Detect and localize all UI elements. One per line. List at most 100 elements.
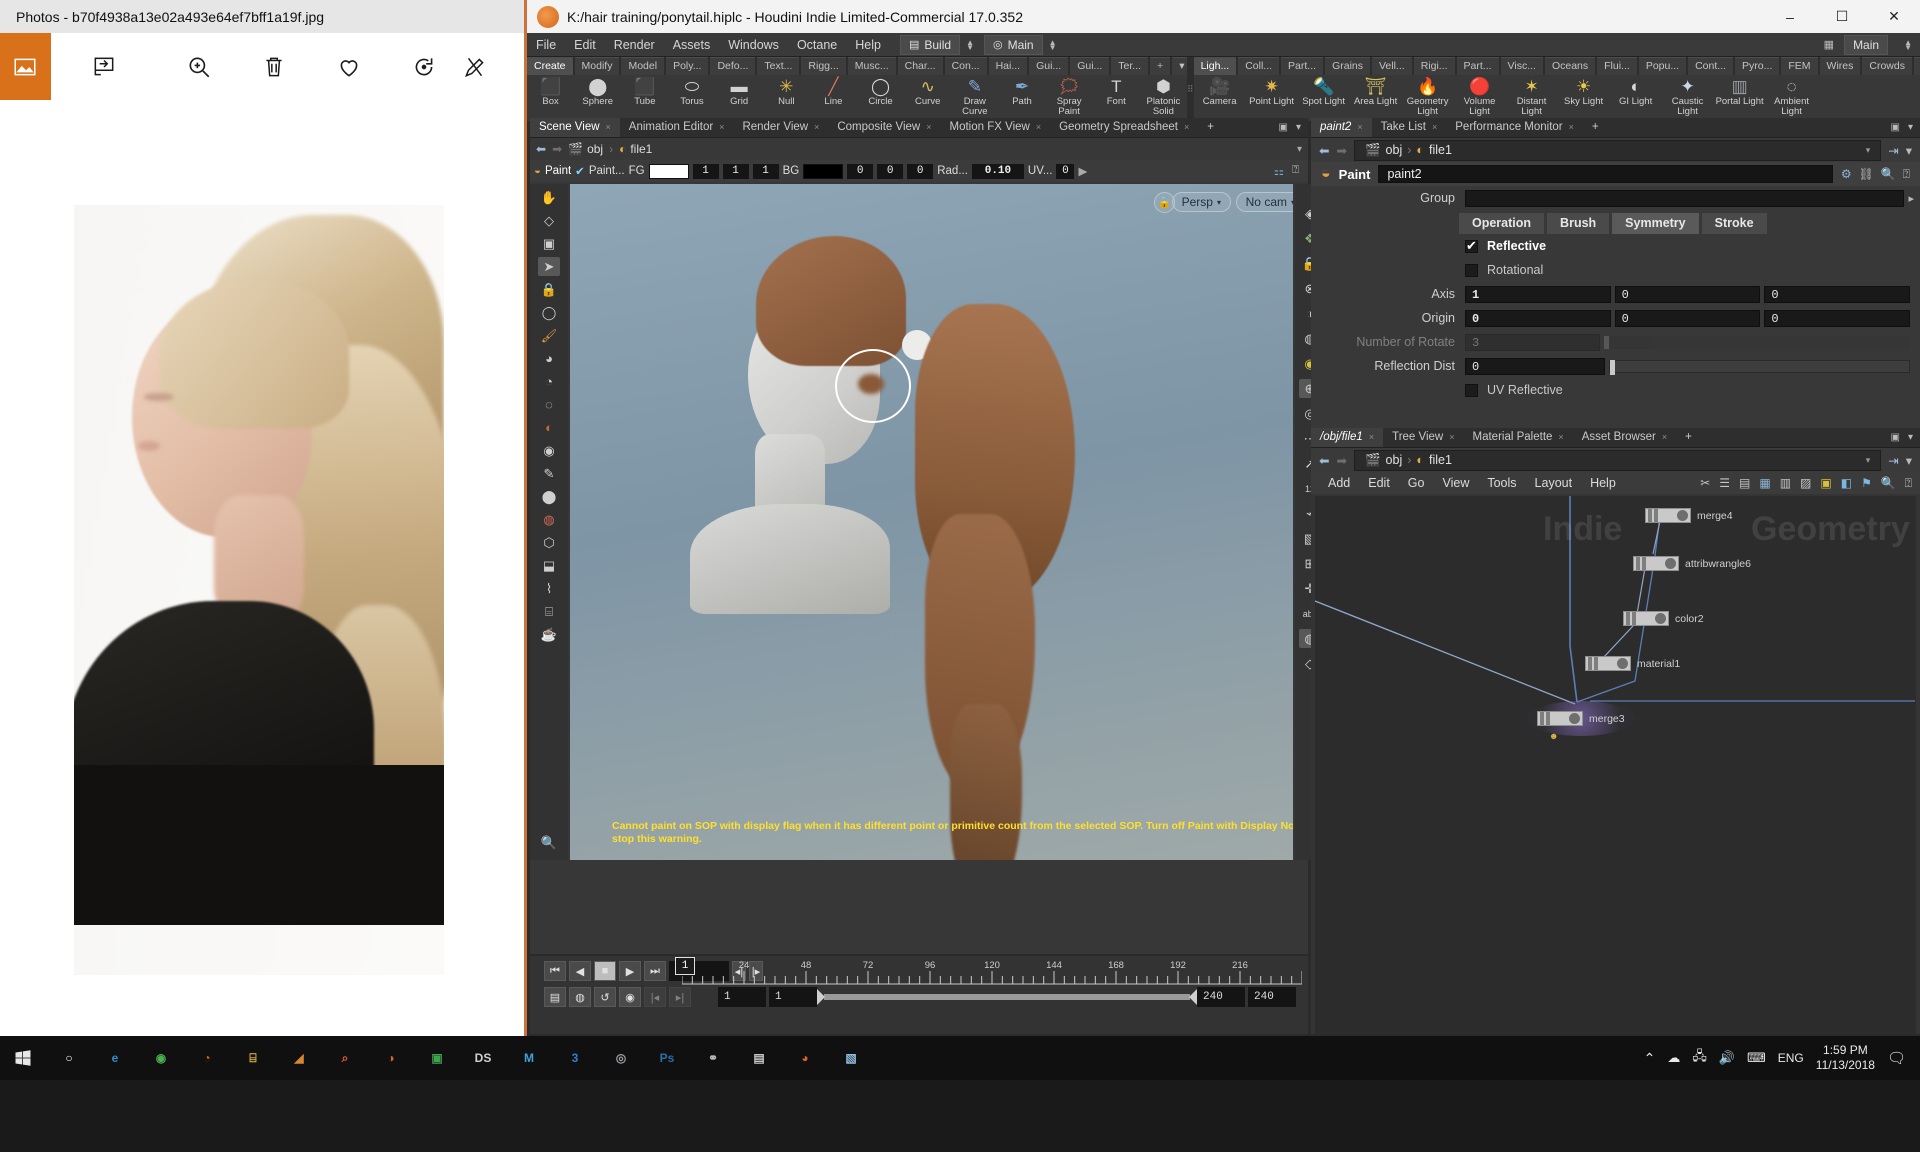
volume-icon[interactable]: 🔊 [1719,1050,1735,1066]
shelf-tab-1[interactable]: Modify [574,57,620,75]
close-tab-icon[interactable]: × [719,122,724,132]
add-tab-button[interactable]: + [1583,118,1608,137]
shelf-tab-0[interactable]: Create [527,57,573,75]
viewport-3d[interactable]: 🔒 Persp ▾ No cam ▾ Cannot paint on SOP w… [570,184,1293,860]
close-tab-icon[interactable]: × [1558,432,1563,442]
breadcrumb-obj[interactable]: 🎬 obj [568,142,603,156]
cortana-search-icon[interactable]: ○ [46,1036,92,1080]
shelf-item-gi-light[interactable]: ◐ GI Light [1610,75,1662,107]
close-tab-icon[interactable]: × [1036,122,1041,132]
checkbox-reflective[interactable] [1465,238,1478,254]
group-input[interactable] [1465,189,1905,207]
shelf-item-platonic-solid[interactable]: ⬢ Platonic Solid [1140,75,1187,116]
menu-windows[interactable]: Windows [719,33,788,57]
net-search-icon[interactable]: 🔍 [1881,476,1896,491]
shelf-item-tube[interactable]: ⬛ Tube [621,75,668,107]
maximize-button[interactable]: ☐ [1816,0,1868,33]
menu-octane[interactable]: Octane [788,33,846,57]
net-tools-icon[interactable]: ✂ [1700,476,1710,491]
shelf-tab-8[interactable]: Char... [897,57,943,75]
param-menu-icon[interactable]: ▾ [1906,143,1912,158]
node-flag-icon[interactable] [1665,558,1676,569]
node-flag-icon[interactable] [1569,713,1580,724]
param-section-symmetry[interactable]: Symmetry [1612,213,1699,234]
shelf-tab-13[interactable]: Ter... [1111,57,1149,75]
substance-icon[interactable]: ▣ [414,1036,460,1080]
chevron-down-icon[interactable]: ▾ [1866,145,1871,156]
shelf-item-caustic-light[interactable]: ✦ Caustic Light [1662,75,1714,116]
net-table-icon[interactable]: ▤ [1739,476,1750,491]
lock-tool-icon[interactable]: 🔒 [538,280,560,299]
panel-tab-animation-editor[interactable]: Animation Editor × [620,118,734,137]
network-node-merge3[interactable]: merge3 [1527,701,1635,736]
shelf-tab-4[interactable]: Defo... [710,57,756,75]
panel-tab-tree-view[interactable]: Tree View × [1383,428,1463,447]
shelf-tab-6[interactable]: Rigg... [801,57,846,75]
edge-icon[interactable]: e [92,1036,138,1080]
radius-value[interactable]: 0.10 [971,163,1024,179]
network-menu-go[interactable]: Go [1399,476,1434,490]
shelf-tab-15[interactable]: Crowds [1862,57,1912,75]
param-reflection-dist[interactable]: 0 [1465,357,1606,375]
shelf-tab-4[interactable]: Vell... [1372,57,1412,75]
fg-swatch[interactable] [648,163,689,179]
shelf-tab-13[interactable]: FEM [1781,57,1818,75]
network-menu-edit[interactable]: Edit [1359,476,1399,490]
bg-r[interactable]: 0 [847,163,874,179]
network-node-color2[interactable]: color2 [1623,611,1704,626]
hair-tool-icon[interactable]: ⌇ [538,579,560,598]
keyboard-icon[interactable]: ⌨ [1747,1050,1766,1066]
maximize-pane-icon[interactable]: ▣ [1891,432,1900,443]
select-tool-icon[interactable]: ▣ [538,234,560,253]
param-axis-1[interactable]: 0 [1614,285,1761,303]
close-tab-icon[interactable]: × [1449,432,1454,442]
keyframe-mode-button[interactable]: ▤ [544,987,566,1007]
chevron-down-icon[interactable]: ▾ [1866,455,1871,466]
photos-delete-button[interactable] [249,33,300,100]
param-origin-0[interactable]: 0 [1465,309,1611,327]
node-flag-icon[interactable] [1617,658,1628,669]
panel-tab-take-list[interactable]: Take List × [1372,118,1447,137]
close-tab-icon[interactable]: × [1369,432,1374,442]
handle-tool-icon[interactable]: ✋ [538,188,560,207]
group-picker-icon[interactable]: ▸ [1908,192,1914,205]
network-icon[interactable]: 🖧 [1692,1047,1707,1069]
shelf-item-line[interactable]: ╱ Line [810,75,857,107]
pane-menu-icon[interactable]: ▾ [1908,432,1913,443]
shelf-tab-12[interactable]: Pyro... [1735,57,1780,75]
param-gear-icon[interactable]: ⚙ [1841,167,1852,182]
bg-g[interactable]: 0 [877,163,904,179]
measure-tool-icon[interactable]: ⌸ [538,602,560,621]
network-menu-help[interactable]: Help [1581,476,1625,490]
minimize-button[interactable]: – [1764,0,1816,33]
net-menu-icon[interactable]: ▾ [1906,453,1912,468]
param-help-icon[interactable]: ⍰ [1903,167,1910,182]
close-tab-icon[interactable]: × [926,122,931,132]
panel-tab-material-palette[interactable]: Material Palette × [1464,428,1573,447]
menu-edit[interactable]: Edit [565,33,605,57]
param-slider-number-of-rotate[interactable] [1604,335,1910,349]
close-tab-icon[interactable]: × [814,122,819,132]
menu-assets[interactable]: Assets [664,33,720,57]
param-breadcrumb-obj[interactable]: obj [1386,143,1403,157]
net-pin-icon[interactable]: ⇥ [1888,453,1898,468]
shelf-item-ambient-light[interactable]: ◌ Ambient Light [1766,75,1818,116]
param-pin-icon[interactable]: ⇥ [1888,143,1898,158]
play-button[interactable]: ▶ [619,961,641,981]
close-tab-icon[interactable]: × [1662,432,1667,442]
link-icon[interactable]: ⚭ [690,1036,736,1080]
playbar-range-slider[interactable] [817,989,1197,1005]
notification-icon[interactable]: 🗨 [1887,1049,1906,1067]
fg-b[interactable]: 1 [752,163,779,179]
layout-spinner-icon[interactable]: ▲ ▼ [1049,38,1057,51]
photos-image-button[interactable] [0,33,51,100]
shelf-item-portal-light[interactable]: ▥ Portal Light [1714,75,1766,107]
sphere-tool-icon[interactable]: ◯ [538,303,560,322]
panel-tab-composite-view[interactable]: Composite View × [828,118,940,137]
node-flag-icon[interactable] [1677,510,1688,521]
menu-help[interactable]: Help [846,33,890,57]
shelf-item-box[interactable]: ⬛ Box [527,75,574,107]
shelf-item-point-light[interactable]: ✷ Point Light [1246,75,1298,107]
param-axis-2[interactable]: 0 [1764,285,1911,303]
forward-arrow-icon[interactable]: ➡ [552,142,562,156]
